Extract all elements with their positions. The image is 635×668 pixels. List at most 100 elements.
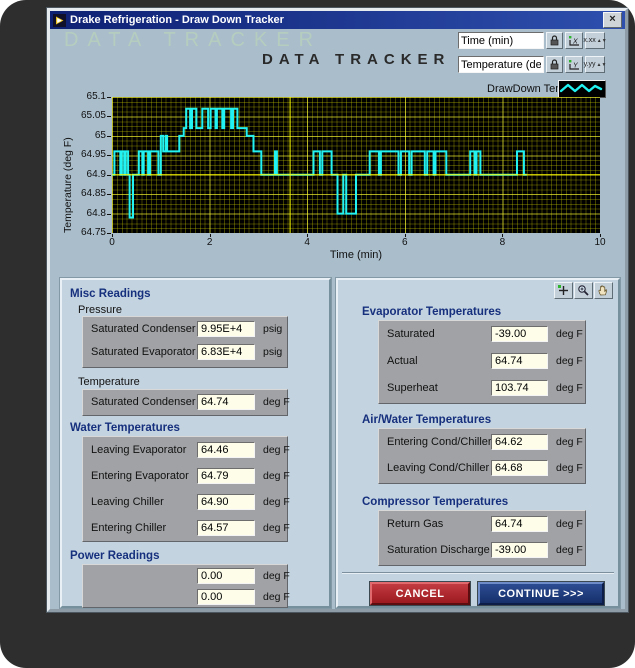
axis-tick-label: 0 — [98, 237, 126, 248]
axis-tick-label: 64.85 — [50, 188, 106, 199]
value-field[interactable]: -39.00 — [491, 326, 548, 342]
axis-tick — [502, 234, 503, 237]
table-row: Entering Evaporator 64.79 deg F — [83, 468, 287, 486]
row-label: Saturated Condenser — [91, 396, 196, 408]
value-field[interactable]: 64.46 — [197, 442, 255, 458]
table-row: Saturated Condenser 64.74 deg F — [83, 394, 287, 412]
row-unit: deg F — [556, 518, 583, 530]
section-title-airwater: Air/Water Temperatures — [362, 414, 491, 426]
axis-tick — [107, 155, 111, 156]
table-row: Saturated Condenser 9.95E+4 psig — [83, 321, 287, 339]
table-row: Leaving Cond/Chiller 64.68 deg F — [379, 460, 585, 478]
axis-tick-label: 64.95 — [50, 149, 106, 160]
axis-tick — [210, 234, 211, 237]
value-field[interactable]: 0.00 — [197, 589, 255, 605]
zoom-tool-icon[interactable] — [574, 282, 593, 299]
row-unit: deg F — [556, 436, 583, 448]
x-axis-title: Time (min) — [112, 249, 600, 261]
x-scale-label-input[interactable] — [458, 32, 544, 49]
table-row: Actual 64.74 deg F — [379, 353, 585, 371]
axis-tick — [600, 234, 601, 237]
row-label: Saturated Condenser — [91, 323, 196, 335]
row-unit: deg F — [556, 382, 583, 394]
cancel-button[interactable]: CANCEL — [370, 582, 470, 605]
sub-label-pressure: Pressure — [78, 304, 122, 316]
close-icon[interactable]: × — [603, 12, 622, 28]
row-unit: deg F — [263, 444, 290, 456]
row-unit: deg F — [556, 544, 583, 556]
table-row: Entering Chiller 64.57 deg F — [83, 520, 287, 538]
row-unit: deg F — [263, 570, 290, 582]
row-label: Saturated — [387, 328, 435, 340]
value-field[interactable]: 64.74 — [491, 516, 548, 532]
client-area: DATA TRACKER DATA TRACKER X — [50, 29, 625, 609]
axis-tick-label: 64.75 — [50, 227, 106, 238]
legend-swatch[interactable] — [558, 80, 606, 98]
format-y-icon[interactable]: y.yy ▲▼ — [585, 56, 605, 73]
row-label: Entering Chiller — [91, 522, 166, 534]
spinner-arrows-icon: ▲▼ — [597, 39, 607, 43]
value-field[interactable]: 64.79 — [197, 468, 255, 484]
value-field[interactable]: 6.83E+4 — [197, 344, 255, 360]
lock-icon[interactable] — [546, 56, 563, 73]
row-label: Actual — [387, 355, 418, 367]
axis-tick — [107, 175, 111, 176]
screenshot-frame: Drake Refrigeration - Draw Down Tracker … — [0, 0, 635, 668]
value-field[interactable]: 64.57 — [197, 520, 255, 536]
row-label: Saturated Evaporator — [91, 346, 196, 358]
compressor-group: Return Gas 64.74 deg F Saturation Discha… — [378, 510, 586, 566]
axis-tick-label: 2 — [196, 237, 224, 248]
autoscale-x-icon[interactable]: X — [565, 32, 583, 49]
table-row: Saturation Discharge -39.00 deg F — [379, 542, 585, 560]
table-row: Entering Cond/Chiller 64.62 deg F — [379, 434, 585, 452]
lock-icon[interactable] — [546, 32, 563, 49]
divider — [342, 572, 614, 574]
title-bar[interactable]: Drake Refrigeration - Draw Down Tracker … — [50, 11, 625, 29]
evaporator-group: Saturated -39.00 deg F Actual 64.74 deg … — [378, 320, 586, 404]
value-field[interactable]: 103.74 — [491, 380, 548, 396]
section-title-power: Power Readings — [70, 550, 159, 562]
legend-wave-icon — [559, 81, 603, 95]
y-axis-title: Temperature (deg F) — [62, 97, 74, 233]
row-unit: deg F — [263, 496, 290, 508]
axis-tick-label: 65.05 — [50, 110, 106, 121]
row-label: Entering Cond/Chiller — [387, 436, 492, 448]
value-field[interactable]: -39.00 — [491, 542, 548, 558]
axis-tick-label: 10 — [586, 237, 614, 248]
axis-tick — [107, 233, 111, 234]
y-scale-label-input[interactable] — [458, 56, 544, 73]
axis-tick-label: 8 — [488, 237, 516, 248]
continue-button[interactable]: CONTINUE >>> — [478, 582, 604, 605]
table-row: Saturated Evaporator 6.83E+4 psig — [83, 344, 287, 362]
plot-area[interactable] — [112, 97, 600, 233]
value-field[interactable]: 64.62 — [491, 434, 548, 450]
axis-tick-label: 65.1 — [50, 91, 106, 102]
table-row: 0.00 deg F — [83, 589, 287, 607]
value-field[interactable]: 64.74 — [491, 353, 548, 369]
axis-tick-label: 6 — [391, 237, 419, 248]
hand-glyph — [597, 284, 610, 297]
crosshair-glyph — [557, 284, 570, 297]
table-row: Superheat 103.74 deg F — [379, 380, 585, 398]
row-unit: psig — [263, 346, 282, 358]
value-field[interactable]: 9.95E+4 — [197, 321, 255, 337]
cursor-tool-icon[interactable] — [554, 282, 573, 299]
page-title: DATA TRACKER — [262, 51, 450, 68]
window-title: Drake Refrigeration - Draw Down Tracker — [70, 11, 603, 29]
axis-tick — [112, 234, 113, 237]
value-field[interactable]: 0.00 — [197, 568, 255, 584]
watermark-text: DATA TRACKER — [64, 29, 322, 52]
x-scale-controls: X x.xx ▲▼ — [458, 32, 605, 49]
row-unit: deg F — [556, 328, 583, 340]
value-field[interactable]: 64.68 — [491, 460, 548, 476]
autoscale-y-icon[interactable]: Y — [565, 56, 583, 73]
value-field[interactable]: 64.90 — [197, 494, 255, 510]
axis-tick — [307, 234, 308, 237]
table-row: Leaving Evaporator 64.46 deg F — [83, 442, 287, 460]
pan-tool-icon[interactable] — [594, 282, 613, 299]
sub-label-temperature: Temperature — [78, 376, 140, 388]
row-unit: psig — [263, 323, 282, 335]
value-field[interactable]: 64.74 — [197, 394, 255, 410]
format-x-icon[interactable]: x.xx ▲▼ — [585, 32, 605, 49]
row-unit: deg F — [263, 396, 290, 408]
